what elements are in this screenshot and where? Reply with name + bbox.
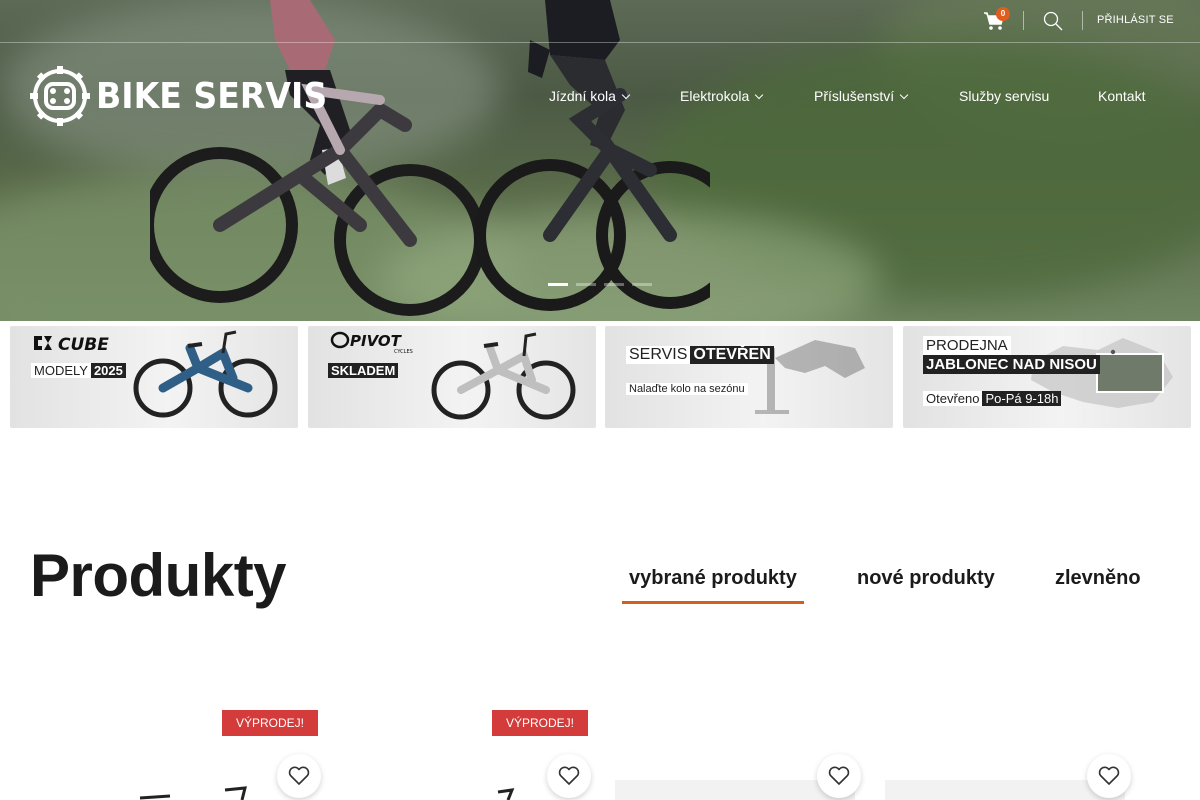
site-logo[interactable]: BIKE SERVIS bbox=[30, 66, 347, 126]
divider bbox=[1082, 11, 1083, 30]
nav-item-kontakt[interactable]: Kontakt bbox=[1098, 88, 1145, 104]
product-image bbox=[139, 786, 247, 800]
tab-new[interactable]: nové produkty bbox=[857, 567, 995, 590]
divider bbox=[1023, 11, 1024, 30]
pivot-logo-subtext: CYCLES bbox=[394, 349, 413, 355]
search-icon[interactable] bbox=[1043, 11, 1063, 31]
heart-icon bbox=[1098, 766, 1120, 785]
banner-label: PRODEJNA bbox=[923, 336, 1011, 355]
tab-discounted[interactable]: zlevněno bbox=[1055, 567, 1141, 590]
banner-subcaption: Otevřeno Po-Pá 9-18h bbox=[923, 391, 1062, 406]
slide-dot-1[interactable] bbox=[548, 283, 568, 286]
chevron-down-icon bbox=[899, 90, 909, 100]
active-tab-indicator bbox=[622, 601, 804, 604]
banner-highlight: SKLADEM bbox=[328, 363, 399, 378]
banner-caption: SKLADEM bbox=[328, 363, 399, 378]
slider-pagination bbox=[548, 283, 652, 286]
chevron-down-icon bbox=[621, 90, 631, 100]
chain-gear-icon bbox=[30, 66, 90, 126]
chevron-down-icon bbox=[755, 90, 764, 100]
banner-subcaption: Nalaďte kolo na sezónu bbox=[626, 383, 748, 395]
hero-slider: 0 PŘIHLÁSIT SE BIKE SERVIS Jízdní kola E… bbox=[0, 0, 1200, 321]
brand-name: BIKE SERVIS bbox=[96, 75, 328, 117]
pivot-logo-text: PIVOT bbox=[350, 332, 403, 350]
tab-featured[interactable]: vybrané produkty bbox=[629, 567, 797, 590]
banner-cube-models[interactable]: CUBE MODELY 2025 bbox=[10, 326, 298, 428]
wishlist-button[interactable] bbox=[817, 754, 861, 798]
wishlist-button[interactable] bbox=[1087, 754, 1131, 798]
nav-item-jizdni-kola[interactable]: Jízdní kola bbox=[549, 88, 631, 104]
banner-caption: MODELY 2025 bbox=[31, 363, 126, 378]
banner-store-jablonec[interactable]: PRODEJNAJABLONEC NAD NISOU Otevřeno Po-Pá… bbox=[903, 326, 1191, 428]
nav-item-prislusenstvi[interactable]: Příslušenství bbox=[814, 88, 909, 104]
sale-badge: VÝPRODEJ! bbox=[222, 710, 318, 736]
product-image bbox=[497, 788, 515, 800]
cube-logo-text: CUBE bbox=[58, 335, 109, 354]
sale-badge: VÝPRODEJ! bbox=[492, 710, 588, 736]
top-bar bbox=[0, 0, 1200, 43]
mtb-image bbox=[431, 332, 576, 420]
heart-icon bbox=[828, 766, 850, 785]
slide-dot-2[interactable] bbox=[576, 283, 596, 286]
slide-dot-4[interactable] bbox=[632, 283, 652, 286]
banner-highlight: 2025 bbox=[90, 363, 126, 378]
nav-label: Kontakt bbox=[1098, 88, 1146, 104]
wishlist-button[interactable] bbox=[277, 754, 321, 798]
nav-item-elektrokola[interactable]: Elektrokola bbox=[680, 88, 764, 104]
wishlist-button[interactable] bbox=[547, 754, 591, 798]
banner-sub-highlight: Po-Pá 9-18h bbox=[982, 391, 1062, 406]
banner-servis-open[interactable]: SERVIS OTEVŘEN Nalaďte kolo na sezónu bbox=[605, 326, 893, 428]
banner-caption: PRODEJNAJABLONEC NAD NISOU bbox=[923, 336, 1163, 374]
ebike-image bbox=[133, 330, 278, 418]
nav-label: Elektrokola bbox=[680, 88, 750, 104]
heart-icon bbox=[558, 766, 580, 785]
nav-label: Jízdní kola bbox=[549, 88, 616, 104]
banner-highlight: OTEVŘEN bbox=[690, 346, 774, 364]
nav-label: Služby servisu bbox=[959, 88, 1050, 104]
banner-label: SERVIS bbox=[626, 346, 691, 364]
nav-label: Příslušenství bbox=[814, 88, 895, 104]
banner-label: MODELY bbox=[31, 363, 91, 378]
nav-item-sluzby-servisu[interactable]: Služby servisu bbox=[959, 88, 1049, 104]
pivot-logo-icon: PIVOT CYCLES bbox=[330, 331, 413, 355]
cart-count-badge: 0 bbox=[996, 7, 1010, 21]
section-title: Produkty bbox=[30, 542, 287, 609]
repair-stand-image bbox=[755, 340, 865, 414]
login-link[interactable]: PŘIHLÁSIT SE bbox=[1097, 14, 1174, 26]
banner-caption: SERVIS OTEVŘEN bbox=[626, 346, 774, 364]
hero-riders-image bbox=[150, 0, 710, 316]
heart-icon bbox=[288, 766, 310, 785]
banner-sub: Nalaďte kolo na sezónu bbox=[626, 383, 748, 395]
banner-sub-label: Otevřeno bbox=[923, 391, 983, 406]
banner-highlight: JABLONEC NAD NISOU bbox=[923, 355, 1100, 374]
cube-logo-icon: CUBE bbox=[34, 335, 109, 354]
slide-dot-3[interactable] bbox=[604, 283, 624, 286]
banner-pivot-stock[interactable]: PIVOT CYCLES SKLADEM bbox=[308, 326, 596, 428]
